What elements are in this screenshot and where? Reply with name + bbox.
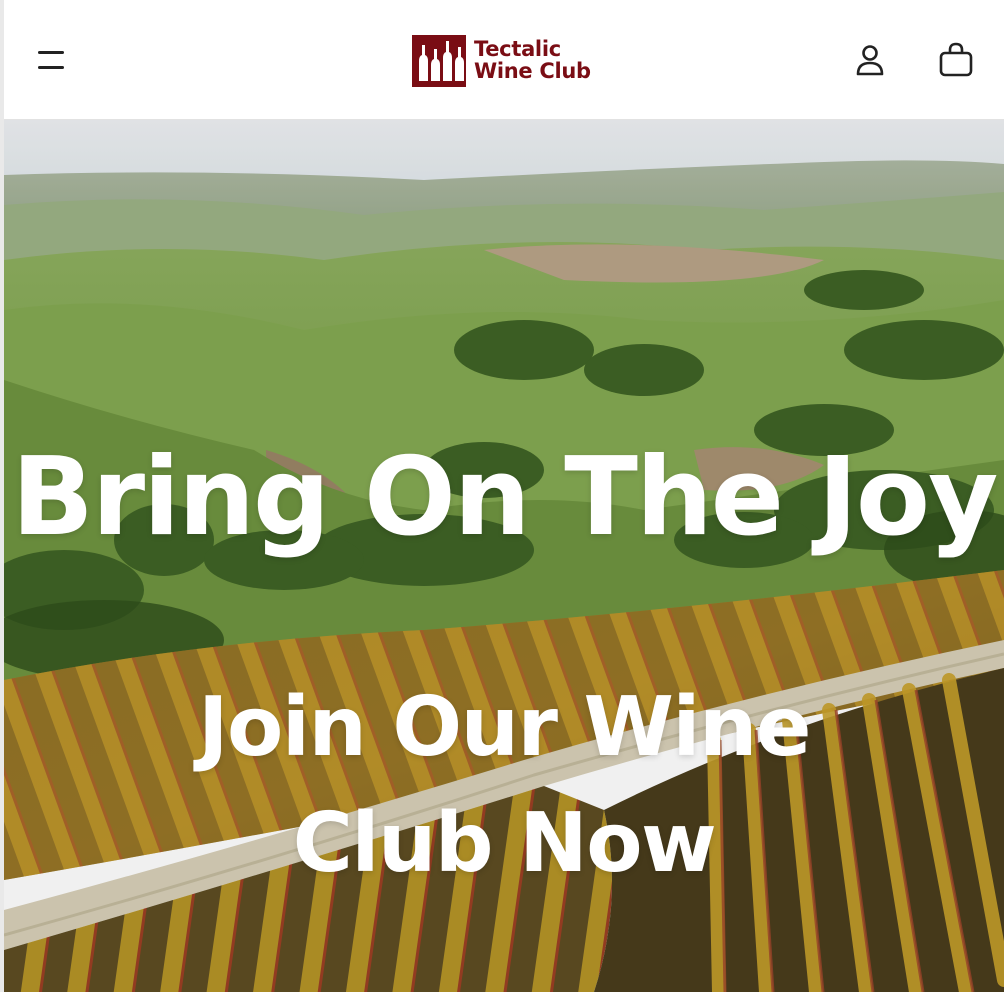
logo-text: Tectalic Wine Club (474, 38, 591, 82)
shopping-bag-icon (939, 42, 973, 77)
user-icon (856, 45, 884, 76)
site-logo[interactable]: Tectalic Wine Club (410, 30, 591, 90)
hero-banner: Bring On The Joy Join Our Wine Club Now (4, 120, 1004, 992)
logo-line-2: Wine Club (474, 59, 591, 83)
site-header: Tectalic Wine Club (4, 0, 1004, 120)
hamburger-menu-icon (38, 51, 64, 54)
menu-button[interactable] (32, 42, 72, 78)
window-edge (0, 0, 4, 992)
hero-subtitle: Join Our Wine Club Now (198, 680, 812, 891)
logo-line-1: Tectalic (474, 37, 561, 61)
page: Tectalic Wine Club Bring On The Joy Join… (0, 0, 1004, 992)
wine-bottles-logo-icon (412, 35, 466, 87)
hamburger-menu-icon-bar (38, 66, 64, 69)
cart-button[interactable] (936, 40, 976, 80)
hero-title: Bring On The Joy (11, 435, 999, 560)
account-button[interactable] (850, 40, 890, 80)
